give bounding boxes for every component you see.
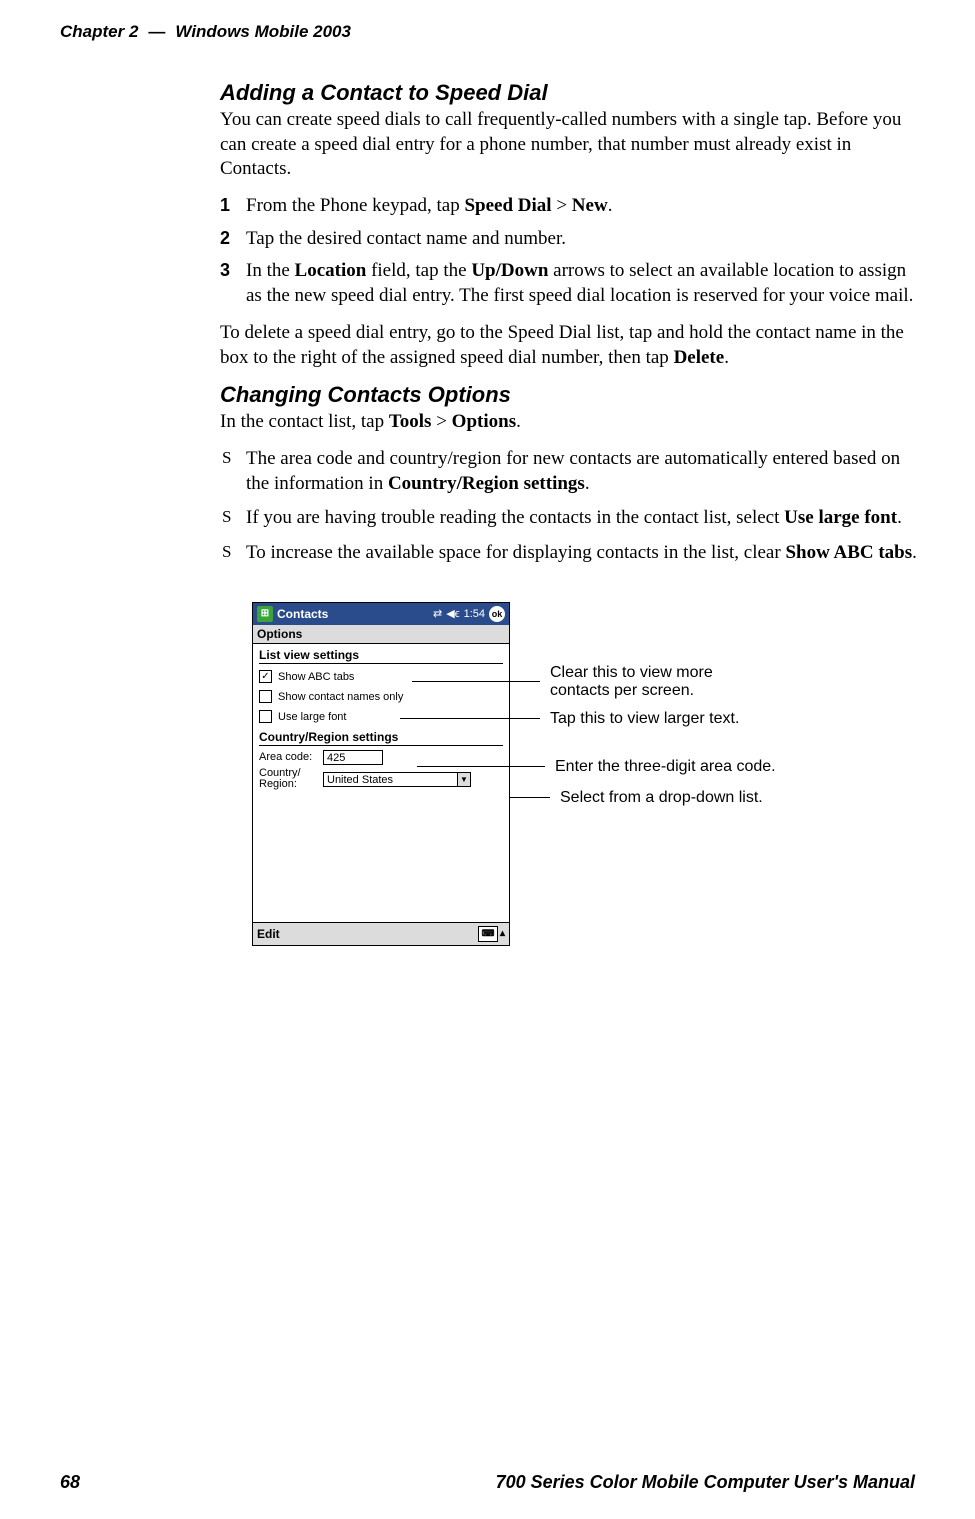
text-bold: Delete <box>674 347 725 368</box>
device-screenshot: ⊞ Contacts ⇄ ◀ϵ 1:54 ok Options List vie… <box>252 602 510 946</box>
text: > <box>552 195 572 216</box>
area-code-label: Area code: <box>259 751 317 763</box>
text-bold: Speed Dial <box>464 195 551 216</box>
status-area: ⇄ ◀ϵ 1:54 <box>433 607 485 620</box>
paragraph: In the contact list, tap Tools > Options… <box>220 410 920 435</box>
area-code-input[interactable]: 425 <box>323 750 383 765</box>
step-1: 1 From the Phone keypad, tap Speed Dial … <box>220 194 920 219</box>
text: In the <box>246 260 295 281</box>
list-item: If you are having trouble reading the co… <box>220 506 920 531</box>
ok-button[interactable]: ok <box>489 606 505 622</box>
area-code-row: Area code: 425 <box>259 750 503 765</box>
ordered-list: 1 From the Phone keypad, tap Speed Dial … <box>220 194 920 309</box>
text: . <box>608 195 613 216</box>
step-2: 2 Tap the desired contact name and numbe… <box>220 227 920 252</box>
bottom-bar: Edit ⌨ ▴ <box>253 922 509 945</box>
callout-large-font: Tap this to view larger text. <box>550 710 739 728</box>
running-footer: 68 700 Series Color Mobile Computer User… <box>60 1472 915 1493</box>
page-number: 68 <box>60 1472 80 1493</box>
callout-line <box>417 766 545 767</box>
content: Adding a Contact to Speed Dial You can c… <box>220 80 920 962</box>
callout-text: Clear this to view more <box>550 664 713 682</box>
header-chapter: Chapter 2 <box>60 22 138 42</box>
sip-arrow-icon[interactable]: ▴ <box>500 928 505 939</box>
step-number: 1 <box>220 194 230 217</box>
text: In the contact list, tap <box>220 411 389 432</box>
country-value: United States <box>323 772 458 787</box>
chevron-down-icon[interactable]: ▼ <box>458 772 471 787</box>
text: If you are having trouble reading the co… <box>246 507 784 528</box>
clock: 1:54 <box>464 608 485 620</box>
callout-line <box>400 718 540 719</box>
start-icon[interactable]: ⊞ <box>257 606 273 622</box>
text: . <box>516 411 521 432</box>
step-number: 2 <box>220 227 230 250</box>
option-show-names-only[interactable]: Show contact names only <box>259 688 503 706</box>
text-bold: Use large font <box>784 507 897 528</box>
text: . <box>585 473 590 494</box>
option-use-large-font[interactable]: Use large font <box>259 708 503 726</box>
text: To delete a speed dial entry, go to the … <box>220 322 904 368</box>
text-bold: Options <box>452 411 516 432</box>
text: Tap the desired contact name and number. <box>246 228 566 249</box>
figure: ⊞ Contacts ⇄ ◀ϵ 1:54 ok Options List vie… <box>220 602 920 962</box>
country-row: Country/ Region: United States ▼ <box>259 768 503 791</box>
app-title: Contacts <box>277 607 328 621</box>
callout-line <box>412 681 540 682</box>
text: . <box>912 542 917 563</box>
callout-dropdown: Select from a drop-down list. <box>560 789 763 807</box>
text: To increase the available space for disp… <box>246 542 785 563</box>
text-bold: Show ABC tabs <box>785 542 912 563</box>
paragraph: To delete a speed dial entry, go to the … <box>220 321 920 370</box>
step-3: 3 In the Location field, tap the Up/Down… <box>220 259 920 308</box>
text-bold: New <box>572 195 608 216</box>
text: . <box>724 347 729 368</box>
signal-icon: ⇄ <box>433 607 442 620</box>
group-list-view: List view settings <box>259 648 503 664</box>
country-dropdown[interactable]: United States ▼ <box>323 772 471 787</box>
list-item: The area code and country/region for new… <box>220 447 920 496</box>
text: field, tap the <box>366 260 471 281</box>
callout-area-code: Enter the three-digit area code. <box>555 758 776 776</box>
title-bar: ⊞ Contacts ⇄ ◀ϵ 1:54 ok <box>253 603 509 625</box>
keyboard-icon[interactable]: ⌨ <box>478 926 498 942</box>
edit-menu[interactable]: Edit <box>257 927 280 941</box>
list-item: To increase the available space for disp… <box>220 541 920 566</box>
text-bold: Up/Down <box>471 260 548 281</box>
checkbox-icon[interactable] <box>259 690 272 703</box>
text: . <box>897 507 902 528</box>
option-label: Use large font <box>278 711 346 723</box>
paragraph: You can create speed dials to call frequ… <box>220 108 920 182</box>
heading-speed-dial: Adding a Contact to Speed Dial <box>220 80 920 106</box>
check-mark: ✓ <box>261 671 269 682</box>
running-header: Chapter 2 — Windows Mobile 2003 <box>60 22 915 42</box>
heading-changing-options: Changing Contacts Options <box>220 382 920 408</box>
text-bold: Tools <box>389 411 432 432</box>
header-title: Windows Mobile 2003 <box>175 22 351 42</box>
option-label: Show ABC tabs <box>278 671 354 683</box>
footer-title: 700 Series Color Mobile Computer User's … <box>496 1472 915 1493</box>
text: From the Phone keypad, tap <box>246 195 464 216</box>
bullet-list: The area code and country/region for new… <box>220 447 920 566</box>
text-bold: Country/Region settings <box>388 473 585 494</box>
option-label: Show contact names only <box>278 691 403 703</box>
option-show-abc-tabs[interactable]: ✓ Show ABC tabs <box>259 668 503 686</box>
step-number: 3 <box>220 259 230 282</box>
country-label: Country/ Region: <box>259 768 317 791</box>
page: Chapter 2 — Windows Mobile 2003 Adding a… <box>0 0 975 1519</box>
checkbox-icon[interactable]: ✓ <box>259 670 272 683</box>
header-separator: — <box>148 22 165 42</box>
text-bold: Location <box>295 260 367 281</box>
group-country-region: Country/Region settings <box>259 730 503 746</box>
text: > <box>431 411 451 432</box>
speaker-icon: ◀ϵ <box>446 607 459 620</box>
callout-text: contacts per screen. <box>550 682 713 700</box>
callout-clear-abc: Clear this to view more contacts per scr… <box>550 664 713 700</box>
checkbox-icon[interactable] <box>259 710 272 723</box>
callout-line <box>510 797 550 798</box>
screen-subtitle: Options <box>253 625 509 644</box>
